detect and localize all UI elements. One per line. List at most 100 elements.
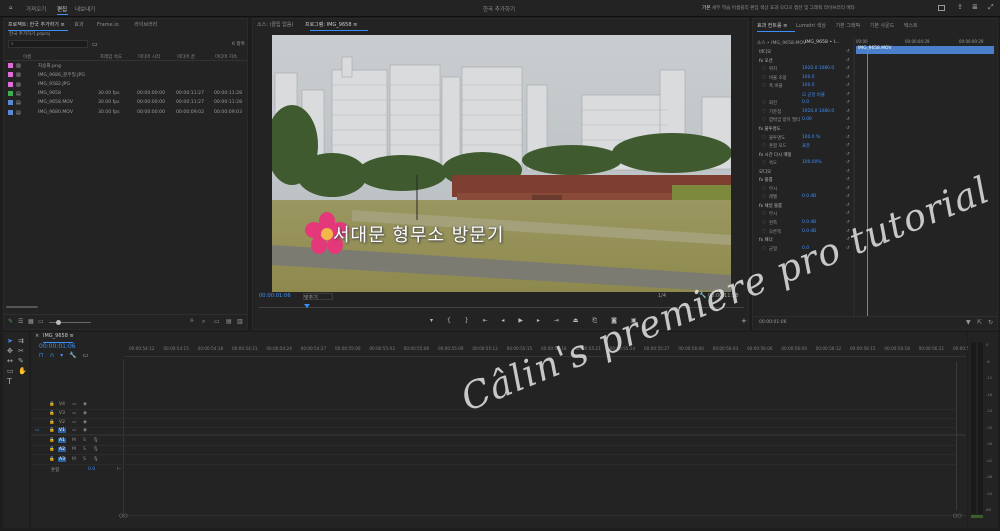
stopwatch-icon[interactable]: ◌ bbox=[762, 229, 766, 234]
workspace-edit[interactable]: 편집 bbox=[750, 6, 758, 11]
stopwatch-icon[interactable]: ◌ bbox=[762, 143, 766, 148]
tab-source[interactable]: 소스: (클립 없음) bbox=[257, 22, 293, 28]
project-item[interactable]: ▨ IMG_9582.JPG bbox=[8, 81, 246, 91]
pen-tool-icon[interactable]: ✎ bbox=[18, 357, 24, 365]
effect-row-value[interactable]: 0.00 bbox=[802, 117, 812, 122]
stopwatch-icon[interactable]: ◌ bbox=[762, 135, 766, 140]
effect-row[interactable]: 레벨 0.0 dB ◌ ↺ bbox=[757, 194, 853, 202]
reset-icon[interactable]: ↺ bbox=[846, 126, 850, 131]
reset-icon[interactable]: ↺ bbox=[846, 83, 850, 88]
stopwatch-icon[interactable]: ◌ bbox=[762, 117, 766, 122]
lock-icon[interactable]: 🔒 bbox=[49, 438, 55, 443]
mute-icon[interactable]: M bbox=[72, 447, 76, 452]
col-media-end[interactable]: 미디어 끝 bbox=[177, 54, 195, 60]
go-to-out-icon[interactable]: ⇥ bbox=[554, 317, 565, 324]
list-view-icon[interactable]: ☰ bbox=[18, 318, 23, 325]
stopwatch-icon[interactable]: ◌ bbox=[762, 83, 766, 88]
reset-icon[interactable]: ↺ bbox=[846, 169, 850, 174]
tab-essential-sound[interactable]: 기본 사운드 bbox=[870, 23, 895, 29]
workspace-captions[interactable]: 캡션 및 그래픽 bbox=[794, 6, 822, 11]
solo-icon[interactable]: S bbox=[83, 447, 86, 452]
clear-icon[interactable]: ▥ bbox=[237, 318, 243, 325]
search-input[interactable]: ⌕ bbox=[8, 40, 88, 48]
effect-row[interactable]: 무시 ◌ ↺ bbox=[757, 186, 853, 194]
find-icon[interactable]: ⌕ bbox=[202, 318, 205, 326]
workspace-basic[interactable]: 기본 bbox=[702, 6, 710, 11]
snap-icon[interactable]: ⊓ bbox=[39, 352, 50, 359]
hand-tool-icon[interactable]: ✋ bbox=[18, 367, 27, 375]
effect-row-value[interactable]: ☑ 균일 비율 bbox=[802, 92, 825, 98]
step-back-icon[interactable]: ◂ bbox=[501, 317, 510, 324]
lock-icon[interactable]: 🔒 bbox=[49, 420, 55, 425]
project-item[interactable]: ▨ IMG_9686_분주밀.JPG bbox=[8, 72, 246, 81]
eye-icon[interactable]: ◉ bbox=[83, 411, 87, 416]
project-item[interactable]: ▤ IMG_9658.MOV 30.00 fps 00:00:00:00 00:00:1… bbox=[8, 100, 246, 109]
video-track[interactable]: 🔒 V2 ▭ ◉ bbox=[31, 419, 956, 428]
eye-icon[interactable]: ◉ bbox=[83, 402, 87, 407]
effect-row[interactable]: 무시 ◌ ↺ bbox=[757, 211, 853, 219]
linked-icon[interactable]: ∩ bbox=[50, 352, 60, 359]
project-scrollbar[interactable] bbox=[6, 306, 38, 308]
solo-icon[interactable]: S bbox=[83, 457, 86, 462]
effect-row-value[interactable]: 표준 bbox=[802, 143, 810, 149]
tab-essential-graphics[interactable]: 기본 그래픽 bbox=[836, 23, 861, 29]
new-item-icon[interactable]: ▤ bbox=[226, 318, 232, 325]
effect-row[interactable]: 비디오 ↺ bbox=[757, 49, 853, 57]
effect-row[interactable]: 불투명도 100.0 % ◌ ↺ bbox=[757, 135, 853, 143]
timeline-settings-icon[interactable]: 🔧 bbox=[69, 352, 82, 359]
sync-lock-icon[interactable]: ▭ bbox=[72, 411, 76, 416]
lock-icon[interactable]: 🔒 bbox=[49, 411, 55, 416]
reset-icon[interactable]: ↺ bbox=[846, 177, 850, 182]
selection-tool-icon[interactable]: ➤ bbox=[7, 337, 13, 345]
col-media-duration[interactable]: 미디어 지속 bbox=[215, 54, 237, 60]
col-media-start[interactable]: 미디어 시작 bbox=[138, 54, 160, 60]
label-color-swatch[interactable] bbox=[8, 90, 13, 96]
label-color-swatch[interactable] bbox=[8, 100, 13, 106]
track-label[interactable]: V4 bbox=[58, 402, 66, 407]
filter-icon[interactable]: ▼ bbox=[966, 319, 971, 326]
track-label[interactable]: A1 bbox=[58, 438, 66, 443]
mute-icon[interactable]: M bbox=[72, 438, 76, 443]
reset-icon[interactable]: ↺ bbox=[846, 186, 850, 191]
reset-icon[interactable]: ↺ bbox=[846, 143, 850, 148]
ec-source[interactable]: 소스 • IMG_9658.MOV bbox=[757, 40, 806, 46]
reset-icon[interactable]: ↺ bbox=[846, 135, 850, 140]
workspace-library[interactable]: 라이브러리 bbox=[824, 6, 845, 11]
share-icon[interactable]: ⇪ bbox=[957, 3, 963, 11]
workspace-meta[interactable]: 메타 bbox=[846, 6, 854, 11]
sync-lock-icon[interactable]: ▭ bbox=[72, 420, 76, 425]
audio-track[interactable]: 🔒 A3 M S 🎙 bbox=[31, 456, 956, 465]
target-track-icon[interactable]: ▭ bbox=[35, 428, 39, 433]
reset-icon[interactable]: ↺ bbox=[846, 194, 850, 199]
effect-row[interactable]: fx 모션 ↺ bbox=[757, 58, 853, 66]
workspace-learn[interactable]: 학습 bbox=[722, 6, 730, 11]
workspace-audio[interactable]: 오디오 bbox=[780, 6, 793, 11]
effect-row-value[interactable]: 1920.0 1080.0 bbox=[802, 109, 834, 114]
tab-effect-controls[interactable]: 효과 컨트롤 ≡ bbox=[757, 23, 787, 29]
move-tool-icon[interactable]: ✥ bbox=[7, 347, 13, 355]
effect-row-value[interactable]: 0.0 dB bbox=[802, 229, 816, 234]
mix-end-icon[interactable]: ⊢ bbox=[117, 466, 121, 472]
program-timecode[interactable]: 00:00:01:06 bbox=[259, 293, 291, 299]
workspace-effects[interactable]: 효과 bbox=[770, 6, 778, 11]
stopwatch-icon[interactable]: ◌ bbox=[762, 220, 766, 225]
effect-row[interactable]: 비율 조정 100.0 ◌ ↺ bbox=[757, 75, 853, 83]
workspace-color[interactable]: 색상 bbox=[760, 6, 768, 11]
go-to-in-icon[interactable]: ⇤ bbox=[482, 317, 493, 324]
window-icon[interactable] bbox=[938, 5, 945, 11]
lift-icon[interactable]: ⏏ bbox=[573, 317, 585, 324]
project-item[interactable]: ▤ IMG_9680.MOV 30.00 fps 00:00:00:00 00:00:0… bbox=[8, 109, 246, 119]
reset-icon[interactable]: ↺ bbox=[846, 211, 850, 216]
effect-row[interactable]: fx 볼륨 ↺ bbox=[757, 177, 853, 185]
home-icon[interactable]: ⌂ bbox=[9, 5, 13, 11]
effect-row-value[interactable]: 1920.0 1080.0 bbox=[802, 66, 834, 71]
audio-track[interactable]: 🔒 A2 M S 🎙 bbox=[31, 446, 956, 456]
reset-icon[interactable]: ↺ bbox=[846, 160, 850, 165]
effect-row[interactable]: 오디오 ↺ bbox=[757, 169, 853, 177]
stopwatch-icon[interactable]: ◌ bbox=[762, 160, 766, 165]
captions-icon[interactable]: ▭ bbox=[83, 352, 95, 359]
solo-icon[interactable]: S bbox=[83, 438, 86, 443]
tab-project[interactable]: 프로젝트: 한국 추가하기 ≡ bbox=[8, 22, 65, 28]
stopwatch-icon[interactable]: ◌ bbox=[762, 75, 766, 80]
col-fps[interactable]: 프레임 속도 bbox=[100, 54, 122, 60]
